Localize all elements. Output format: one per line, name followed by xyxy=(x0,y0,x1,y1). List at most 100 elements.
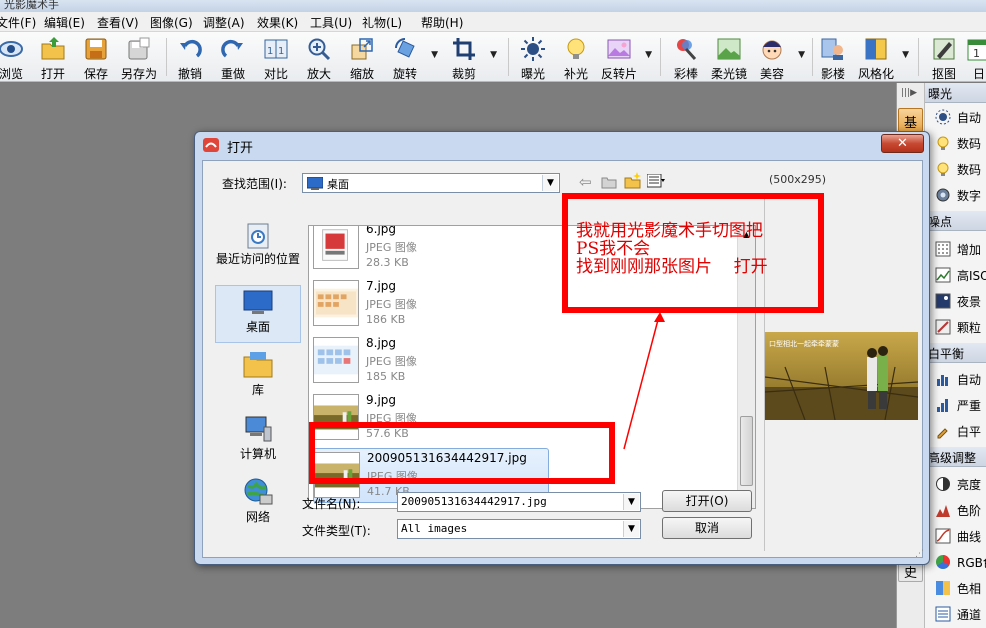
save-as-button[interactable]: 另存为 xyxy=(116,34,162,81)
list-item[interactable]: 7.jpg JPEG 图像 186 KB xyxy=(313,277,549,332)
view-menu-icon[interactable] xyxy=(647,174,665,188)
save-button[interactable]: 保存 xyxy=(73,34,119,81)
item-hue[interactable]: 色相 xyxy=(935,578,986,598)
places-bar: 最近访问的位置 桌面 库 计算机 网络 xyxy=(215,221,301,551)
list-item[interactable]: 8.jpg JPEG 图像 185 KB xyxy=(313,334,549,389)
cancel-button[interactable]: 取消 xyxy=(662,517,752,539)
item-auto-exposure[interactable]: 自动 xyxy=(935,107,986,127)
rotate-button[interactable]: 旋转 ▼ xyxy=(382,34,438,81)
channel-icon xyxy=(935,606,951,622)
item-night-scene[interactable]: 夜景 xyxy=(935,291,986,311)
item-levels[interactable]: 色阶 xyxy=(935,500,986,520)
browse-button[interactable]: 浏览 xyxy=(0,34,34,81)
look-in-value: 桌面 xyxy=(327,178,349,191)
back-arrow-icon[interactable]: ⇦ xyxy=(579,173,592,191)
place-recent[interactable]: 最近访问的位置 xyxy=(215,221,301,277)
chevron-down-icon[interactable]: ▼ xyxy=(902,50,909,60)
menu-effects[interactable]: 效果(K) xyxy=(257,14,298,31)
annotation-note: 我就用光影魔术手切图把 PS我不会 找到刚刚那张图片 打开 xyxy=(576,222,768,276)
crop-button[interactable]: 裁剪 ▼ xyxy=(441,34,497,81)
compare-button[interactable]: 11 对比 xyxy=(253,34,299,81)
resize-button[interactable]: 缩放 xyxy=(339,34,385,81)
levels-icon xyxy=(936,505,950,517)
item-auto-wb[interactable]: 自动 xyxy=(935,369,986,389)
menu-file[interactable]: 文件(F) xyxy=(0,14,36,31)
menu-gifts[interactable]: 礼物(L) xyxy=(362,14,402,31)
item-severe-wb[interactable]: 严重 xyxy=(935,395,986,415)
item-digital-fill-2[interactable]: 数码 xyxy=(935,159,986,179)
item-digital[interactable]: 数字 xyxy=(935,185,986,205)
cutout-button[interactable]: 抠图 xyxy=(921,34,967,81)
chevron-down-icon[interactable]: ▼ xyxy=(542,175,558,191)
item-curves[interactable]: 曲线 xyxy=(935,526,986,546)
chevron-down-icon[interactable]: ▼ xyxy=(798,50,805,60)
color-wand-button[interactable]: 彩棒 xyxy=(663,34,709,81)
app-title-bar: 光影魔术手 xyxy=(0,0,986,12)
place-desktop[interactable]: 桌面 xyxy=(215,285,301,343)
look-in-select[interactable]: 桌面 ▼ xyxy=(302,173,560,193)
undo-button[interactable]: 撤销 xyxy=(167,34,213,81)
stylize-button[interactable]: 风格化 ▼ xyxy=(853,34,909,81)
chevron-down-icon[interactable]: ▼ xyxy=(431,50,438,60)
chevron-down-icon[interactable]: ▼ xyxy=(490,50,497,60)
desktop-icon xyxy=(307,177,323,190)
reversal-film-button[interactable]: 反转片 ▼ xyxy=(596,34,652,81)
item-wb-picker[interactable]: 白平 xyxy=(935,421,986,441)
toolbar-separator xyxy=(660,38,661,76)
hue-icon xyxy=(936,581,950,595)
annotation-line-1: 我就用光影魔术手切图把 xyxy=(576,221,763,241)
tab-basic[interactable]: 基 xyxy=(898,108,923,132)
item-high-iso[interactable]: 高ISO xyxy=(935,265,986,285)
fill-light-button[interactable]: 补光 xyxy=(553,34,599,81)
chevron-down-icon[interactable]: ▼ xyxy=(623,521,639,537)
resize-grip-icon[interactable]: ⋰ xyxy=(915,549,924,559)
compare-icon: 11 xyxy=(264,39,288,59)
item-digital-fill[interactable]: 数码 xyxy=(935,133,986,153)
item-brightness[interactable]: 亮度 xyxy=(935,474,986,494)
section-exposure[interactable]: 曝光 xyxy=(925,83,986,103)
menu-edit[interactable]: 编辑(E) xyxy=(44,14,85,31)
chevron-down-icon[interactable]: ▼ xyxy=(645,50,652,60)
filetype-select[interactable]: All images ▼ xyxy=(397,519,641,539)
redo-button[interactable]: 重做 xyxy=(210,34,256,81)
chevron-down-icon[interactable]: ▼ xyxy=(623,494,639,510)
place-computer[interactable]: 计算机 xyxy=(215,413,301,461)
beauty-face-icon xyxy=(762,40,782,60)
scrollbar-thumb[interactable] xyxy=(740,416,753,486)
studio-button[interactable]: 影楼 xyxy=(810,34,856,81)
place-network[interactable]: 网络 xyxy=(215,476,301,524)
filename-input[interactable]: 200905131634442917.jpg ▼ xyxy=(397,492,641,512)
exposure-icon xyxy=(935,109,951,125)
open-button[interactable]: 打开 xyxy=(30,34,76,81)
menu-tools[interactable]: 工具(U) xyxy=(310,14,352,31)
soft-lens-icon xyxy=(717,38,741,60)
color-wand-icon xyxy=(677,39,697,61)
beauty-button[interactable]: 美容 ▼ xyxy=(749,34,805,81)
place-libraries[interactable]: 库 xyxy=(215,349,301,397)
item-channel[interactable]: 通道 xyxy=(935,604,986,624)
close-button[interactable]: ✕ xyxy=(881,134,924,153)
item-grain[interactable]: 颗粒 xyxy=(935,317,986,337)
new-folder-icon[interactable] xyxy=(624,172,642,189)
calendar-icon: 1 xyxy=(967,39,986,61)
item-add-noise[interactable]: 增加 xyxy=(935,239,986,259)
up-folder-icon[interactable] xyxy=(601,174,617,189)
open-button[interactable]: 打开(O) xyxy=(662,490,752,512)
calendar-button[interactable]: 1 日 xyxy=(964,34,986,81)
zoom-in-icon xyxy=(308,38,331,61)
studio-icon xyxy=(821,38,843,60)
section-noise[interactable]: 噪点 xyxy=(925,211,986,231)
menu-image[interactable]: 图像(G) xyxy=(150,14,193,31)
panel-expand-icon[interactable]: |||▶ xyxy=(901,88,917,98)
menu-bar: 文件(F) 编辑(E) 查看(V) 图像(G) 调整(A) 效果(K) 工具(U… xyxy=(0,12,986,32)
section-advanced[interactable]: 高级调整 xyxy=(925,447,986,467)
list-item[interactable]: 6.jpg JPEG 图像 28.3 KB xyxy=(313,226,549,275)
soft-lens-button[interactable]: 柔光镜 xyxy=(706,34,752,81)
menu-view[interactable]: 查看(V) xyxy=(97,14,139,31)
item-rgb[interactable]: RGB色 xyxy=(935,552,986,572)
zoom-in-button[interactable]: 放大 xyxy=(296,34,342,81)
section-white-balance[interactable]: 白平衡 xyxy=(925,343,986,363)
menu-adjust[interactable]: 调整(A) xyxy=(203,14,245,31)
menu-help[interactable]: 帮助(H) xyxy=(421,14,463,31)
exposure-button[interactable]: 曝光 xyxy=(510,34,556,81)
